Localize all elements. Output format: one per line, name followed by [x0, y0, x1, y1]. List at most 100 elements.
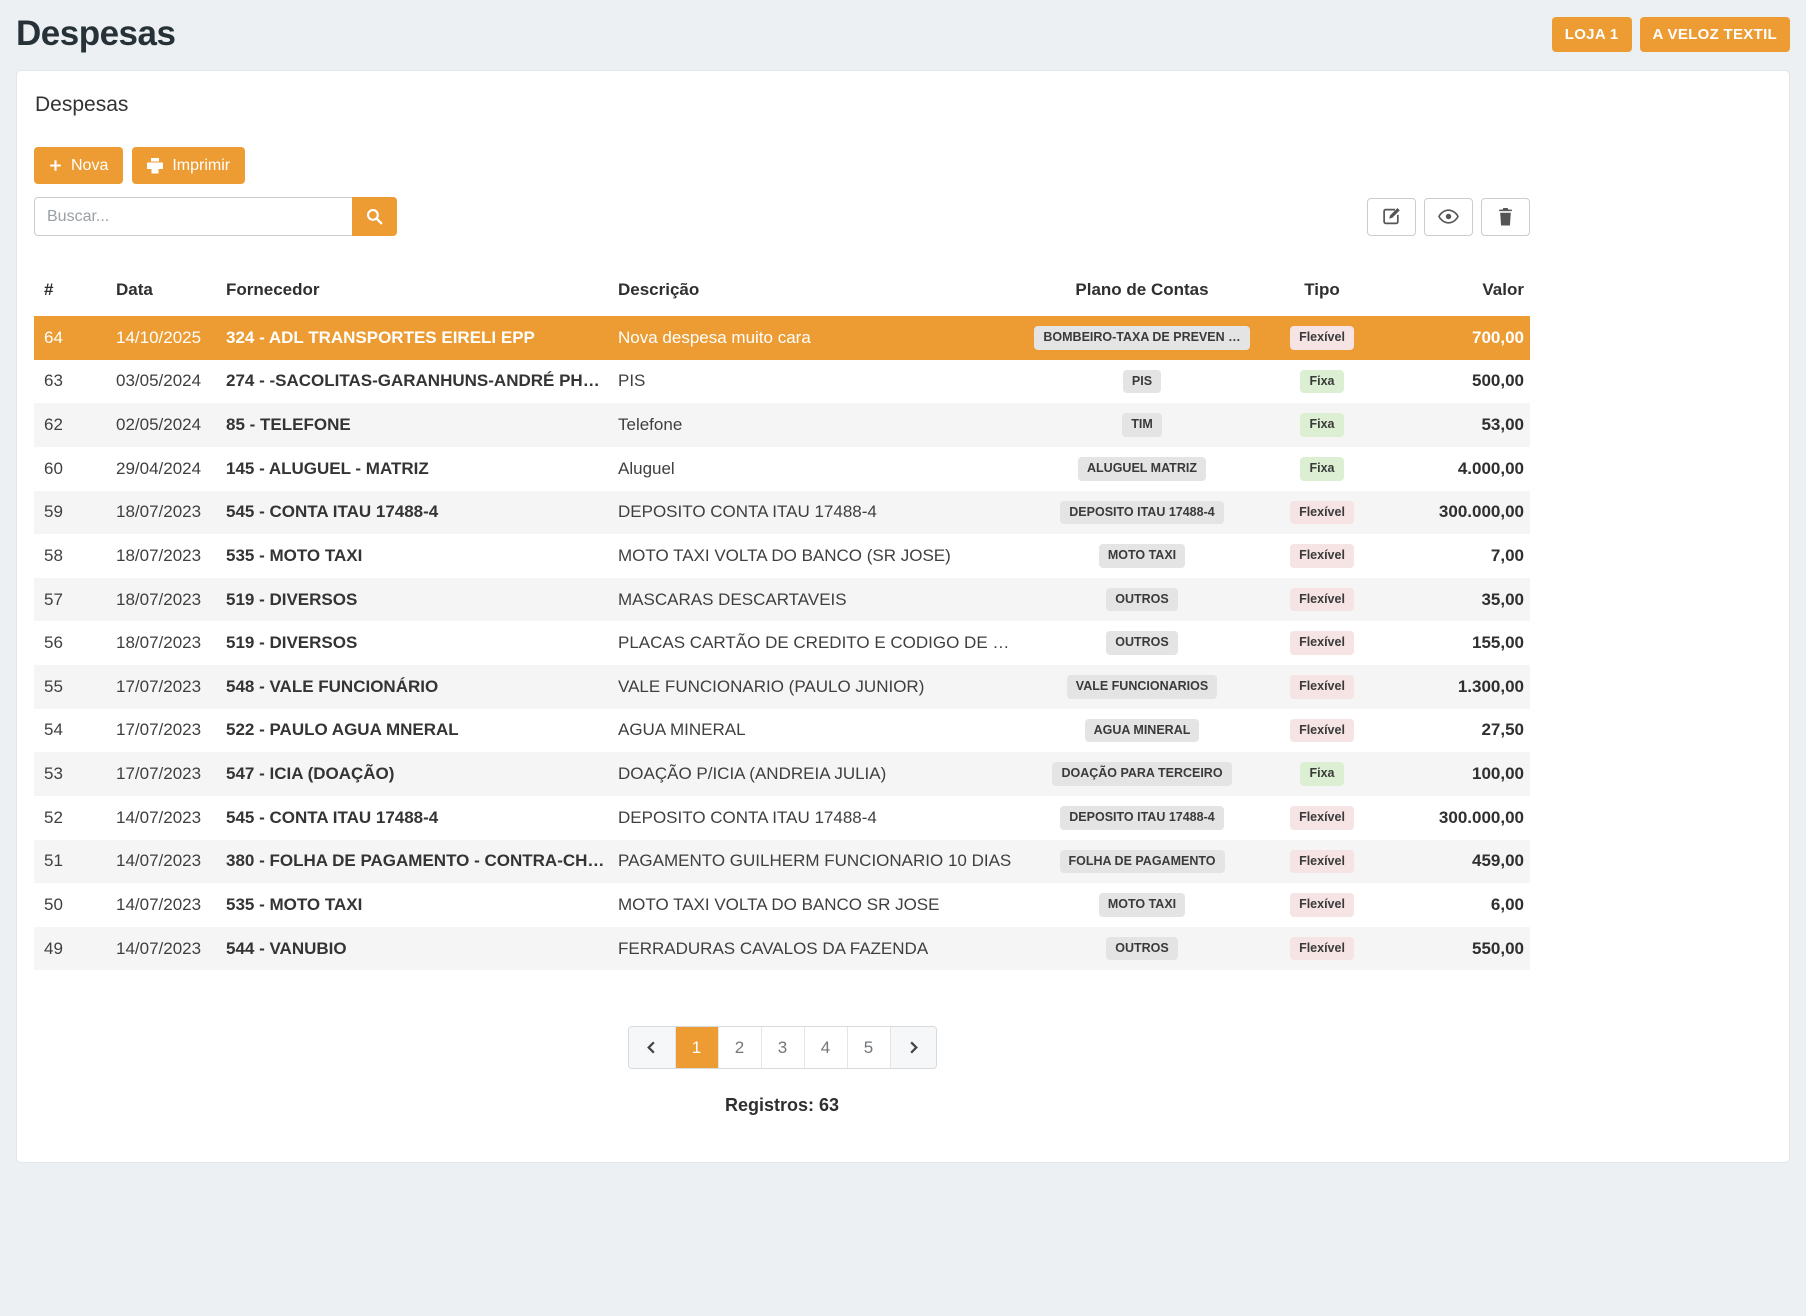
cell-description: VALE FUNCIONARIO (PAULO JUNIOR)	[612, 665, 1022, 709]
account-badge: DEPOSITO ITAU 17488-4	[1060, 806, 1223, 830]
cell-type: Flexível	[1262, 709, 1382, 753]
cell-date: 18/07/2023	[110, 621, 220, 665]
expenses-table: #DataFornecedorDescriçãoPlano de ContasT…	[34, 270, 1530, 970]
expense-row-50[interactable]: 5014/07/2023535 - MOTO TAXIMOTO TAXI VOL…	[34, 883, 1530, 927]
type-badge: Flexível	[1290, 326, 1354, 350]
cell-date: 03/05/2024	[110, 360, 220, 404]
cell-description: DOAÇÃO P/ICIA (ANDREIA JULIA)	[612, 752, 1022, 796]
cell-date: 17/07/2023	[110, 709, 220, 753]
account-badge: OUTROS	[1106, 631, 1177, 655]
card-header: Despesas	[17, 71, 1789, 121]
type-badge: Fixa	[1300, 762, 1343, 786]
pagination-page-3[interactable]: 3	[761, 1027, 804, 1068]
cell-date: 17/07/2023	[110, 752, 220, 796]
cell-description: PAGAMENTO GUILHERM FUNCIONARIO 10 DIAS	[612, 840, 1022, 884]
cell-value: 53,00	[1382, 403, 1530, 447]
cell-supplier: 535 - MOTO TAXI	[220, 534, 612, 578]
cell-type: Flexível	[1262, 796, 1382, 840]
toolbar: Nova Imprimir	[34, 147, 1530, 184]
expense-row-63[interactable]: 6303/05/2024274 - -SACOLITAS-GARANHUNS-A…	[34, 360, 1530, 404]
cell-date: 18/07/2023	[110, 491, 220, 535]
cell-value: 550,00	[1382, 927, 1530, 971]
imprimir-button[interactable]: Imprimir	[132, 147, 245, 184]
expense-row-58[interactable]: 5818/07/2023535 - MOTO TAXIMOTO TAXI VOL…	[34, 534, 1530, 578]
cell-account: AGUA MINERAL	[1022, 709, 1262, 753]
cell-value: 27,50	[1382, 709, 1530, 753]
expense-row-52[interactable]: 5214/07/2023545 - CONTA ITAU 17488-4DEPO…	[34, 796, 1530, 840]
cell-account: DEPOSITO ITAU 17488-4	[1022, 491, 1262, 535]
cell-account: MOTO TAXI	[1022, 883, 1262, 927]
account-badge: BOMBEIRO-TAXA DE PREVEN …	[1034, 326, 1249, 350]
delete-button[interactable]	[1481, 198, 1530, 236]
account-badge: VALE FUNCIONARIOS	[1067, 675, 1217, 699]
cell-type: Fixa	[1262, 360, 1382, 404]
type-badge: Flexível	[1290, 719, 1354, 743]
records-count: Registros: 63	[34, 1095, 1530, 1116]
cell-value: 300.000,00	[1382, 796, 1530, 840]
cell-supplier: 519 - DIVERSOS	[220, 621, 612, 665]
cell-date: 18/07/2023	[110, 534, 220, 578]
account-badge: MOTO TAXI	[1099, 893, 1185, 917]
cell-supplier: 522 - PAULO AGUA MNERAL	[220, 709, 612, 753]
cell-type: Fixa	[1262, 403, 1382, 447]
edit-button[interactable]	[1367, 198, 1416, 236]
column-header-0: #	[34, 270, 110, 316]
expense-row-49[interactable]: 4914/07/2023544 - VANUBIOFERRADURAS CAVA…	[34, 927, 1530, 971]
cell-description: DEPOSITO CONTA ITAU 17488-4	[612, 796, 1022, 840]
store-button-company[interactable]: A VELOZ TEXTIL	[1640, 17, 1790, 52]
cell-supplier: 145 - ALUGUEL - MATRIZ	[220, 447, 612, 491]
cell-date: 02/05/2024	[110, 403, 220, 447]
account-badge: FOLHA DE PAGAMENTO	[1060, 850, 1225, 874]
pagination-prev[interactable]	[629, 1027, 675, 1068]
cell-description: AGUA MINERAL	[612, 709, 1022, 753]
pagination-page-1[interactable]: 1	[675, 1027, 718, 1068]
account-badge: TIM	[1122, 413, 1162, 437]
store-button-loja-1[interactable]: LOJA 1	[1552, 17, 1632, 52]
search-input[interactable]	[34, 197, 352, 236]
expense-row-54[interactable]: 5417/07/2023522 - PAULO AGUA MNERALAGUA …	[34, 709, 1530, 753]
pagination-page-2[interactable]: 2	[718, 1027, 761, 1068]
type-badge: Flexível	[1290, 588, 1354, 612]
expense-row-64[interactable]: 6414/10/2025324 - ADL TRANSPORTES EIRELI…	[34, 316, 1530, 360]
cell-value: 100,00	[1382, 752, 1530, 796]
pagination-page-5[interactable]: 5	[847, 1027, 890, 1068]
expense-row-51[interactable]: 5114/07/2023380 - FOLHA DE PAGAMENTO - C…	[34, 840, 1530, 884]
type-badge: Flexível	[1290, 501, 1354, 525]
expense-row-62[interactable]: 6202/05/202485 - TELEFONETelefoneTIMFixa…	[34, 403, 1530, 447]
type-badge: Flexível	[1290, 850, 1354, 874]
pagination-page-4[interactable]: 4	[804, 1027, 847, 1068]
cell-description: MOTO TAXI VOLTA DO BANCO (SR JOSE)	[612, 534, 1022, 578]
edit-icon	[1382, 207, 1401, 226]
cell-type: Flexível	[1262, 491, 1382, 535]
cell-description: Telefone	[612, 403, 1022, 447]
cell-supplier: 547 - ICIA (DOAÇÃO)	[220, 752, 612, 796]
cell-date: 29/04/2024	[110, 447, 220, 491]
expense-row-53[interactable]: 5317/07/2023547 - ICIA (DOAÇÃO)DOAÇÃO P/…	[34, 752, 1530, 796]
nova-button[interactable]: Nova	[34, 147, 123, 184]
cell-description: PIS	[612, 360, 1022, 404]
cell-description: PLACAS CARTÃO DE CREDITO E CODIGO DE DEF…	[612, 621, 1022, 665]
cell-value: 35,00	[1382, 578, 1530, 622]
cell-id: 58	[34, 534, 110, 578]
cell-type: Flexível	[1262, 316, 1382, 360]
cell-date: 14/07/2023	[110, 840, 220, 884]
expense-row-55[interactable]: 5517/07/2023548 - VALE FUNCIONÁRIOVALE F…	[34, 665, 1530, 709]
view-button[interactable]	[1424, 198, 1473, 236]
cell-id: 57	[34, 578, 110, 622]
search-row	[34, 197, 1530, 236]
expense-row-59[interactable]: 5918/07/2023545 - CONTA ITAU 17488-4DEPO…	[34, 491, 1530, 535]
cell-date: 18/07/2023	[110, 578, 220, 622]
table-header: #DataFornecedorDescriçãoPlano de ContasT…	[34, 270, 1530, 316]
search-button[interactable]	[352, 197, 397, 236]
expense-row-57[interactable]: 5718/07/2023519 - DIVERSOSMASCARAS DESCA…	[34, 578, 1530, 622]
cell-id: 51	[34, 840, 110, 884]
column-header-3: Descrição	[612, 270, 1022, 316]
expense-row-60[interactable]: 6029/04/2024145 - ALUGUEL - MATRIZAlugue…	[34, 447, 1530, 491]
cell-date: 17/07/2023	[110, 665, 220, 709]
cell-id: 62	[34, 403, 110, 447]
type-badge: Fixa	[1300, 370, 1343, 394]
cell-type: Fixa	[1262, 447, 1382, 491]
expense-row-56[interactable]: 5618/07/2023519 - DIVERSOSPLACAS CARTÃO …	[34, 621, 1530, 665]
pagination-next[interactable]	[890, 1027, 936, 1068]
type-badge: Fixa	[1300, 457, 1343, 481]
